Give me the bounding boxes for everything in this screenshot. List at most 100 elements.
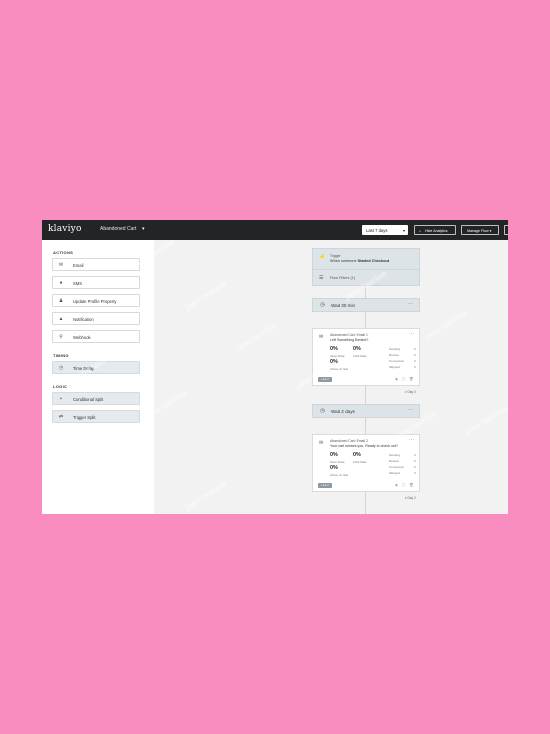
- open-rate-label: Open Rate: [330, 354, 345, 358]
- stat-value: 0: [414, 353, 416, 357]
- stat-label: Conversion: [389, 359, 405, 363]
- stat-label: Sending: [389, 347, 401, 351]
- more-options-icon[interactable]: ···: [408, 407, 413, 413]
- open-rate-value: 0%: [330, 346, 338, 352]
- stat-label: Skipped: [389, 471, 400, 475]
- preview-icon[interactable]: ◉: [395, 377, 398, 381]
- stat-value: 0: [414, 453, 416, 457]
- date-range-value: Last 7 days: [366, 227, 388, 233]
- stat-label: Review: [389, 353, 399, 357]
- clock-icon: ◷: [58, 365, 64, 371]
- divider: [313, 269, 419, 270]
- sidebar-item-update-profile-property[interactable]: ♟ Update Profile Property: [52, 294, 140, 307]
- more-options-icon[interactable]: ···: [409, 437, 414, 443]
- manage-flow-button[interactable]: Manage Flow ▾: [461, 225, 499, 235]
- stat-value: 0: [414, 459, 416, 463]
- open-rate-value: 0%: [330, 452, 338, 458]
- stat-value: 0: [414, 365, 416, 369]
- webhook-icon: ⚲: [59, 334, 63, 340]
- stat-label: Sending: [389, 453, 401, 457]
- top-bar: klaviyo Abandoned Cart ▾ Last 7 days ▾ ▲…: [42, 220, 508, 240]
- stat-label: Review: [389, 459, 399, 463]
- wait-label: Wait 2 days: [331, 409, 355, 414]
- sidebar-item-label: Notification: [73, 317, 94, 322]
- email-name: Abandoned Cart: Email 2: [330, 439, 368, 443]
- wait-label: Wait 30 min: [331, 303, 356, 308]
- sidebar-item-webhook[interactable]: ⚲ Webhook: [52, 330, 140, 343]
- person-icon: ♟: [58, 298, 64, 304]
- click-rate-value: 0%: [353, 346, 361, 352]
- actions-section-title: ACTIONS: [53, 250, 74, 255]
- active-on-site-value: 0%: [330, 359, 338, 365]
- flow-filters-link[interactable]: Flow Filters (1): [330, 276, 355, 280]
- active-on-site-value: 0%: [330, 465, 338, 471]
- more-options-icon[interactable]: ···: [408, 301, 413, 307]
- chat-icon: ●: [59, 280, 63, 286]
- clock-icon: ◷: [320, 408, 325, 414]
- email-subject: Left Something Behind?: [330, 338, 369, 342]
- email-name: Abandoned Cart: Email 1: [330, 333, 368, 337]
- filter-icon: ☰: [319, 275, 324, 281]
- hide-analytics-button[interactable]: ▲ Hide Analytics: [414, 225, 456, 235]
- date-range-select[interactable]: Last 7 days ▾: [362, 225, 408, 235]
- bell-icon: ▲: [58, 316, 64, 322]
- trigger-icon: ⚡: [319, 254, 326, 260]
- trigger-card[interactable]: ⚡ Trigger When someone Started Checkout …: [312, 248, 420, 286]
- chevron-down-icon: ▾: [402, 227, 405, 233]
- trigger-label: Trigger: [330, 254, 341, 258]
- stat-value: 0: [414, 347, 416, 351]
- copy-icon[interactable]: ▢: [402, 377, 405, 381]
- more-button[interactable]: [504, 225, 508, 235]
- analytics-icon: ▲: [418, 228, 422, 233]
- open-rate-label: Open Rate: [330, 460, 345, 464]
- timing-section-title: TIMING: [53, 353, 69, 358]
- flow-canvas[interactable]: ⚡ Trigger When someone Started Checkout …: [154, 240, 508, 514]
- app-screenshot: klaviyo Abandoned Cart ▾ Last 7 days ▾ ▲…: [42, 220, 508, 514]
- klaviyo-logo: klaviyo: [48, 224, 82, 234]
- split-icon: ⑂: [59, 396, 63, 402]
- sidebar-item-email[interactable]: ✉ Email: [52, 258, 140, 271]
- stat-value: 0: [414, 471, 416, 475]
- sidebar: ACTIONS ✉ Email ● SMS ♟ Update Profile P…: [42, 240, 154, 514]
- day-label: ▾ Day 0: [405, 390, 416, 394]
- sidebar-item-label: Trigger Split: [73, 415, 96, 420]
- click-rate-value: 0%: [353, 452, 361, 458]
- email-card-2[interactable]: ✉ Abandoned Cart: Email 2 Your cart miss…: [312, 434, 420, 492]
- active-on-site-label: Active on Site: [330, 473, 349, 477]
- click-rate-label: Click Rate: [353, 460, 367, 464]
- stat-value: 0: [414, 359, 416, 363]
- manage-flow-label: Manage Flow ▾: [467, 228, 492, 233]
- status-badge[interactable]: Live ▾: [318, 377, 332, 382]
- wait-step-2[interactable]: ◷ Wait 2 days ···: [312, 404, 420, 418]
- wait-step-1[interactable]: ◷ Wait 30 min ···: [312, 298, 420, 312]
- preview-icon[interactable]: ◉: [395, 483, 398, 487]
- envelope-icon: ✉: [319, 440, 324, 446]
- flow-name-chevron-icon[interactable]: ▾: [142, 226, 145, 232]
- envelope-icon: ✉: [319, 334, 324, 340]
- sidebar-item-trigger-split[interactable]: ⇄ Trigger Split: [52, 410, 140, 423]
- trigger-split-icon: ⇄: [58, 414, 64, 420]
- sidebar-item-label: Time Delay: [73, 366, 95, 371]
- clock-icon: ◷: [320, 302, 325, 308]
- delete-icon[interactable]: 🗑: [409, 377, 414, 381]
- sidebar-item-sms[interactable]: ● SMS: [52, 276, 140, 289]
- email-card-1[interactable]: ✉ Abandoned Cart: Email 1 Left Something…: [312, 328, 420, 386]
- status-badge[interactable]: Live ▾: [318, 483, 332, 488]
- more-options-icon[interactable]: ···: [409, 331, 414, 337]
- stat-value: 0: [414, 465, 416, 469]
- sidebar-item-time-delay[interactable]: ◷ Time Delay: [52, 361, 140, 374]
- sidebar-item-notification[interactable]: ▲ Notification: [52, 312, 140, 325]
- email-subject: Your cart misses you. Ready to check out…: [330, 444, 398, 448]
- stat-label: Conversion: [389, 465, 405, 469]
- sidebar-item-label: Update Profile Property: [73, 299, 117, 304]
- active-on-site-label: Active on Site: [330, 367, 349, 371]
- logic-section-title: LOGIC: [53, 384, 68, 389]
- copy-icon[interactable]: ▢: [402, 483, 405, 487]
- flow-name[interactable]: Abandoned Cart: [100, 226, 136, 232]
- sidebar-item-conditional-split[interactable]: ⑂ Conditional Split: [52, 392, 140, 405]
- sidebar-item-label: Webhook: [73, 335, 91, 340]
- sidebar-item-label: Email: [73, 263, 84, 268]
- hide-analytics-label: Hide Analytics: [425, 228, 448, 233]
- sidebar-item-label: SMS: [73, 281, 83, 286]
- delete-icon[interactable]: 🗑: [409, 483, 414, 487]
